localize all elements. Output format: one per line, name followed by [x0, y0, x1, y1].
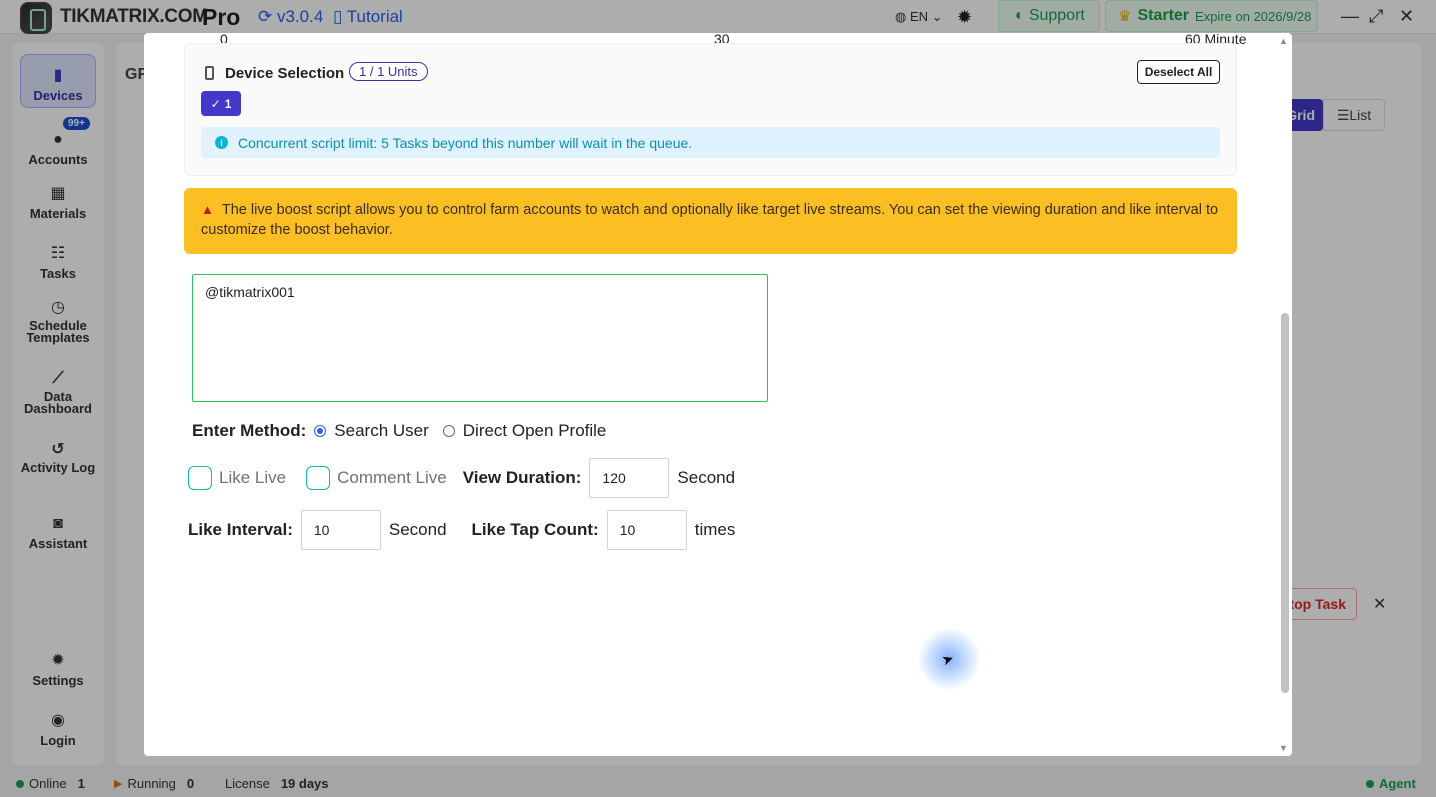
units-badge: 1 / 1 Units — [349, 62, 428, 81]
like-tap-count-label: Like Tap Count: — [471, 520, 599, 539]
warning-icon: ▲ — [201, 202, 214, 217]
view-duration-unit: Second — [677, 468, 736, 487]
like-tap-count-unit: times — [694, 520, 736, 539]
info-icon: i — [215, 136, 228, 149]
like-interval-input[interactable] — [300, 510, 381, 550]
modal-scrollbar-thumb[interactable] — [1281, 313, 1289, 693]
comment-live-label: Comment Live — [337, 468, 447, 487]
comment-live-checkbox[interactable] — [306, 466, 331, 490]
options-row-1: Like Live Comment Live View Duration: Se… — [188, 458, 735, 498]
direct-open-profile-radio[interactable] — [442, 425, 455, 437]
phone-icon — [205, 66, 214, 80]
deselect-all-button[interactable]: Deselect All — [1137, 60, 1220, 84]
like-live-checkbox[interactable] — [188, 466, 212, 490]
view-duration-input[interactable] — [589, 458, 670, 498]
live-boost-warning: ▲ The live boost script allows you to con… — [184, 188, 1237, 254]
concurrency-info-alert: i Concurrent script limit: 5 Tasks beyond… — [201, 127, 1220, 158]
check-icon: ✓ — [210, 96, 221, 111]
scroll-up-icon[interactable]: ▲ — [1279, 36, 1288, 46]
like-interval-label: Like Interval: — [188, 520, 293, 539]
live-boost-modal: 0 30 60 Minute Device Selection 1 / 1 Un… — [144, 33, 1292, 756]
device-selection-card: Device Selection 1 / 1 Units Deselect Al… — [184, 43, 1237, 176]
direct-open-profile-label: Direct Open Profile — [462, 421, 607, 440]
search-user-label: Search User — [334, 421, 429, 440]
like-tap-count-input[interactable] — [606, 510, 687, 550]
like-live-label: Like Live — [219, 468, 287, 487]
enter-method-group: Enter Method: Search User Direct Open Pr… — [192, 421, 606, 441]
device-chip[interactable]: ✓ 1 — [201, 91, 241, 116]
target-users-textarea[interactable]: @tikmatrix001 — [192, 274, 768, 402]
enter-method-label: Enter Method: — [192, 421, 307, 440]
search-user-radio[interactable] — [314, 425, 327, 437]
view-duration-label: View Duration: — [462, 468, 582, 487]
like-interval-unit: Second — [388, 520, 447, 539]
device-selection-title: Device Selection — [225, 65, 345, 82]
options-row-2: Like Interval: Second Like Tap Count: ti… — [188, 510, 735, 550]
scroll-down-icon[interactable]: ▼ — [1279, 743, 1288, 753]
